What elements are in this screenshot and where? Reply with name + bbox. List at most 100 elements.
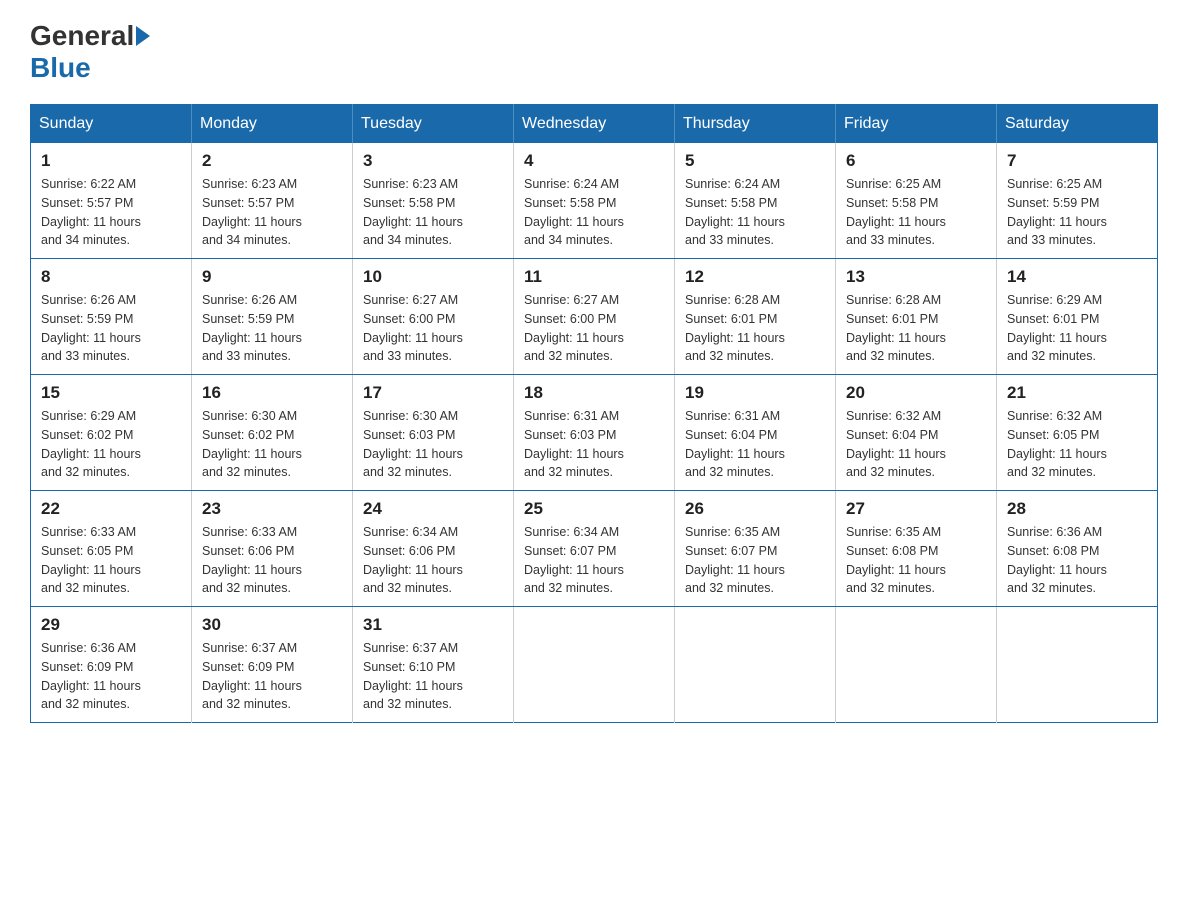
calendar-week-row: 22 Sunrise: 6:33 AMSunset: 6:05 PMDaylig…: [31, 491, 1158, 607]
day-number: 30: [202, 615, 342, 635]
day-info: Sunrise: 6:26 AMSunset: 5:59 PMDaylight:…: [41, 293, 141, 363]
day-info: Sunrise: 6:24 AMSunset: 5:58 PMDaylight:…: [685, 177, 785, 247]
day-info: Sunrise: 6:31 AMSunset: 6:03 PMDaylight:…: [524, 409, 624, 479]
day-info: Sunrise: 6:37 AMSunset: 6:10 PMDaylight:…: [363, 641, 463, 711]
day-number: 15: [41, 383, 181, 403]
page-header: General Blue: [30, 20, 1158, 84]
calendar-day-cell: 2 Sunrise: 6:23 AMSunset: 5:57 PMDayligh…: [192, 143, 353, 259]
day-number: 5: [685, 151, 825, 171]
day-number: 11: [524, 267, 664, 287]
calendar-day-cell: 8 Sunrise: 6:26 AMSunset: 5:59 PMDayligh…: [31, 259, 192, 375]
day-number: 1: [41, 151, 181, 171]
day-number: 2: [202, 151, 342, 171]
calendar-header-saturday: Saturday: [997, 105, 1158, 144]
calendar-day-cell: 24 Sunrise: 6:34 AMSunset: 6:06 PMDaylig…: [353, 491, 514, 607]
calendar-day-cell: [514, 607, 675, 723]
day-number: 23: [202, 499, 342, 519]
day-info: Sunrise: 6:32 AMSunset: 6:05 PMDaylight:…: [1007, 409, 1107, 479]
calendar-week-row: 15 Sunrise: 6:29 AMSunset: 6:02 PMDaylig…: [31, 375, 1158, 491]
day-info: Sunrise: 6:34 AMSunset: 6:06 PMDaylight:…: [363, 525, 463, 595]
day-info: Sunrise: 6:28 AMSunset: 6:01 PMDaylight:…: [685, 293, 785, 363]
day-info: Sunrise: 6:33 AMSunset: 6:05 PMDaylight:…: [41, 525, 141, 595]
day-number: 20: [846, 383, 986, 403]
calendar-day-cell: 13 Sunrise: 6:28 AMSunset: 6:01 PMDaylig…: [836, 259, 997, 375]
day-number: 27: [846, 499, 986, 519]
day-number: 19: [685, 383, 825, 403]
calendar-day-cell: 28 Sunrise: 6:36 AMSunset: 6:08 PMDaylig…: [997, 491, 1158, 607]
day-info: Sunrise: 6:30 AMSunset: 6:03 PMDaylight:…: [363, 409, 463, 479]
calendar-day-cell: 17 Sunrise: 6:30 AMSunset: 6:03 PMDaylig…: [353, 375, 514, 491]
calendar-day-cell: 25 Sunrise: 6:34 AMSunset: 6:07 PMDaylig…: [514, 491, 675, 607]
day-info: Sunrise: 6:24 AMSunset: 5:58 PMDaylight:…: [524, 177, 624, 247]
calendar-day-cell: 20 Sunrise: 6:32 AMSunset: 6:04 PMDaylig…: [836, 375, 997, 491]
day-info: Sunrise: 6:27 AMSunset: 6:00 PMDaylight:…: [363, 293, 463, 363]
day-info: Sunrise: 6:25 AMSunset: 5:58 PMDaylight:…: [846, 177, 946, 247]
day-number: 21: [1007, 383, 1147, 403]
calendar-header-wednesday: Wednesday: [514, 105, 675, 144]
calendar-week-row: 8 Sunrise: 6:26 AMSunset: 5:59 PMDayligh…: [31, 259, 1158, 375]
day-info: Sunrise: 6:27 AMSunset: 6:00 PMDaylight:…: [524, 293, 624, 363]
day-number: 13: [846, 267, 986, 287]
calendar-day-cell: 16 Sunrise: 6:30 AMSunset: 6:02 PMDaylig…: [192, 375, 353, 491]
day-info: Sunrise: 6:23 AMSunset: 5:57 PMDaylight:…: [202, 177, 302, 247]
calendar-day-cell: 10 Sunrise: 6:27 AMSunset: 6:00 PMDaylig…: [353, 259, 514, 375]
calendar-header-friday: Friday: [836, 105, 997, 144]
calendar-week-row: 29 Sunrise: 6:36 AMSunset: 6:09 PMDaylig…: [31, 607, 1158, 723]
calendar-day-cell: 19 Sunrise: 6:31 AMSunset: 6:04 PMDaylig…: [675, 375, 836, 491]
day-number: 4: [524, 151, 664, 171]
calendar-week-row: 1 Sunrise: 6:22 AMSunset: 5:57 PMDayligh…: [31, 143, 1158, 259]
calendar-day-cell: 26 Sunrise: 6:35 AMSunset: 6:07 PMDaylig…: [675, 491, 836, 607]
day-info: Sunrise: 6:22 AMSunset: 5:57 PMDaylight:…: [41, 177, 141, 247]
calendar-day-cell: 31 Sunrise: 6:37 AMSunset: 6:10 PMDaylig…: [353, 607, 514, 723]
calendar-header-row: SundayMondayTuesdayWednesdayThursdayFrid…: [31, 105, 1158, 144]
day-number: 14: [1007, 267, 1147, 287]
calendar-day-cell: 22 Sunrise: 6:33 AMSunset: 6:05 PMDaylig…: [31, 491, 192, 607]
calendar-header-thursday: Thursday: [675, 105, 836, 144]
day-info: Sunrise: 6:34 AMSunset: 6:07 PMDaylight:…: [524, 525, 624, 595]
calendar-day-cell: 6 Sunrise: 6:25 AMSunset: 5:58 PMDayligh…: [836, 143, 997, 259]
day-number: 9: [202, 267, 342, 287]
calendar-day-cell: 4 Sunrise: 6:24 AMSunset: 5:58 PMDayligh…: [514, 143, 675, 259]
day-info: Sunrise: 6:37 AMSunset: 6:09 PMDaylight:…: [202, 641, 302, 711]
day-number: 7: [1007, 151, 1147, 171]
day-info: Sunrise: 6:36 AMSunset: 6:09 PMDaylight:…: [41, 641, 141, 711]
day-number: 31: [363, 615, 503, 635]
day-number: 17: [363, 383, 503, 403]
day-info: Sunrise: 6:29 AMSunset: 6:02 PMDaylight:…: [41, 409, 141, 479]
calendar-day-cell: 18 Sunrise: 6:31 AMSunset: 6:03 PMDaylig…: [514, 375, 675, 491]
day-number: 8: [41, 267, 181, 287]
calendar-day-cell: 14 Sunrise: 6:29 AMSunset: 6:01 PMDaylig…: [997, 259, 1158, 375]
logo-general-text: General: [30, 20, 134, 52]
day-info: Sunrise: 6:28 AMSunset: 6:01 PMDaylight:…: [846, 293, 946, 363]
day-info: Sunrise: 6:35 AMSunset: 6:08 PMDaylight:…: [846, 525, 946, 595]
day-number: 18: [524, 383, 664, 403]
day-number: 12: [685, 267, 825, 287]
calendar-day-cell: [997, 607, 1158, 723]
logo-text: General: [30, 20, 152, 52]
calendar-day-cell: 12 Sunrise: 6:28 AMSunset: 6:01 PMDaylig…: [675, 259, 836, 375]
day-info: Sunrise: 6:30 AMSunset: 6:02 PMDaylight:…: [202, 409, 302, 479]
day-number: 22: [41, 499, 181, 519]
day-number: 6: [846, 151, 986, 171]
day-info: Sunrise: 6:36 AMSunset: 6:08 PMDaylight:…: [1007, 525, 1107, 595]
logo-arrow-icon: [136, 26, 150, 46]
calendar-header-tuesday: Tuesday: [353, 105, 514, 144]
calendar-day-cell: 9 Sunrise: 6:26 AMSunset: 5:59 PMDayligh…: [192, 259, 353, 375]
calendar-day-cell: 1 Sunrise: 6:22 AMSunset: 5:57 PMDayligh…: [31, 143, 192, 259]
day-number: 10: [363, 267, 503, 287]
calendar-day-cell: [675, 607, 836, 723]
calendar-header-monday: Monday: [192, 105, 353, 144]
logo-blue-text: Blue: [30, 52, 91, 84]
calendar-day-cell: [836, 607, 997, 723]
day-info: Sunrise: 6:35 AMSunset: 6:07 PMDaylight:…: [685, 525, 785, 595]
day-info: Sunrise: 6:26 AMSunset: 5:59 PMDaylight:…: [202, 293, 302, 363]
day-info: Sunrise: 6:29 AMSunset: 6:01 PMDaylight:…: [1007, 293, 1107, 363]
day-info: Sunrise: 6:25 AMSunset: 5:59 PMDaylight:…: [1007, 177, 1107, 247]
calendar-day-cell: 15 Sunrise: 6:29 AMSunset: 6:02 PMDaylig…: [31, 375, 192, 491]
day-info: Sunrise: 6:23 AMSunset: 5:58 PMDaylight:…: [363, 177, 463, 247]
day-info: Sunrise: 6:33 AMSunset: 6:06 PMDaylight:…: [202, 525, 302, 595]
day-info: Sunrise: 6:31 AMSunset: 6:04 PMDaylight:…: [685, 409, 785, 479]
calendar-day-cell: 11 Sunrise: 6:27 AMSunset: 6:00 PMDaylig…: [514, 259, 675, 375]
calendar-day-cell: 5 Sunrise: 6:24 AMSunset: 5:58 PMDayligh…: [675, 143, 836, 259]
day-number: 24: [363, 499, 503, 519]
